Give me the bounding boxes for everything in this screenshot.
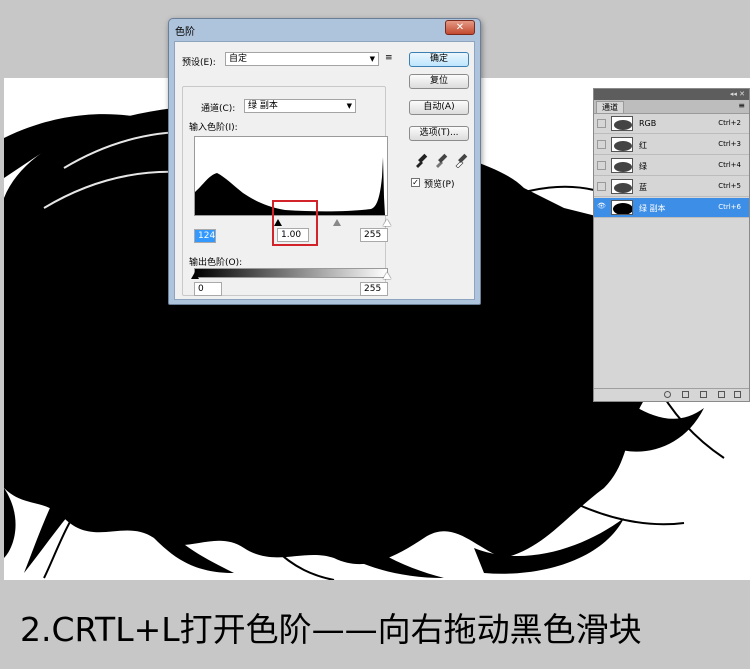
visibility-toggle[interactable] — [597, 161, 606, 170]
output-white-slider-handle[interactable] — [383, 272, 391, 279]
channel-shortcut: Ctrl+2 — [718, 119, 741, 127]
channel-thumbnail — [611, 158, 633, 173]
chevron-down-icon: ▼ — [346, 102, 352, 110]
output-black-field[interactable]: 0 — [194, 282, 222, 296]
eyedroppers — [416, 153, 468, 168]
panel-collapse-close-icon[interactable]: ◂◂ ✕ — [730, 89, 745, 99]
output-black-slider-handle[interactable] — [191, 272, 199, 279]
input-white-field[interactable]: 255 — [360, 228, 388, 242]
channel-row-red[interactable]: 红 Ctrl+3 — [594, 135, 749, 155]
output-slider[interactable] — [191, 272, 391, 280]
channel-shortcut: Ctrl+4 — [718, 161, 741, 169]
output-levels-label: 输出色阶(O): — [189, 258, 243, 268]
channel-row-rgb[interactable]: RGB Ctrl+2 — [594, 114, 749, 134]
preset-value: 自定 — [229, 54, 248, 64]
highlight-annotation — [272, 200, 318, 246]
channel-thumbnail — [611, 179, 633, 194]
preview-checkbox[interactable]: ✓ — [411, 178, 420, 187]
preset-menu-icon[interactable]: ≡ — [385, 53, 393, 63]
close-icon: ✕ — [455, 22, 465, 33]
caption-text: 2.CRTL+L打开色阶——向右拖动黑色滑块 — [20, 610, 642, 649]
preset-select[interactable]: 自定 ▼ — [225, 52, 379, 66]
visibility-toggle[interactable] — [597, 140, 606, 149]
eye-icon[interactable]: 👁 — [597, 203, 606, 212]
channel-name: RGB — [639, 119, 657, 128]
channel-row-green[interactable]: 绿 Ctrl+4 — [594, 156, 749, 176]
channels-panel: ◂◂ ✕ 通道 ≡ RGB Ctrl+2 红 Ctrl+3 绿 Ctrl+4 蓝… — [593, 88, 750, 402]
channel-shortcut: Ctrl+6 — [718, 203, 741, 211]
visibility-toggle[interactable] — [597, 119, 606, 128]
channel-name: 绿 副本 — [639, 204, 666, 213]
chevron-down-icon: ▼ — [369, 55, 375, 63]
close-button[interactable]: ✕ — [445, 20, 475, 35]
dialog-title: 色阶 — [175, 27, 195, 38]
ok-button[interactable]: 确定 — [409, 52, 469, 67]
panel-tabs: 通道 ≡ — [594, 100, 749, 114]
options-button[interactable]: 选项(T)... — [409, 126, 469, 141]
trash-icon[interactable] — [734, 391, 741, 398]
levels-dialog: 色阶 ✕ 预设(E): 自定 ▼ ≡ 通道(C): 绿 副本 ▼ 输入色阶(I)… — [168, 18, 481, 305]
channel-thumbnail — [611, 200, 633, 215]
channel-thumbnail — [611, 116, 633, 131]
preset-label: 预设(E): — [182, 58, 216, 68]
panel-titlebar[interactable]: ◂◂ ✕ — [594, 89, 749, 100]
output-white-field[interactable]: 255 — [360, 282, 388, 296]
white-eyedropper-icon[interactable] — [455, 153, 468, 168]
channel-label: 通道(C): — [201, 104, 236, 114]
channel-thumbnail — [611, 137, 633, 152]
input-white-slider-handle[interactable] — [383, 219, 391, 226]
channel-shortcut: Ctrl+5 — [718, 182, 741, 190]
channel-row-green-copy[interactable]: 👁 绿 副本 Ctrl+6 — [594, 198, 749, 218]
channel-value: 绿 副本 — [248, 101, 278, 111]
channel-select[interactable]: 绿 副本 ▼ — [244, 99, 356, 113]
panel-menu-icon[interactable]: ≡ — [738, 100, 745, 112]
load-selection-icon[interactable] — [664, 391, 671, 398]
channel-name: 红 — [639, 141, 647, 150]
input-black-field[interactable]: 124 — [194, 229, 216, 243]
preview-label: 预览(P) — [424, 180, 455, 190]
channel-name: 绿 — [639, 162, 647, 171]
tab-channels[interactable]: 通道 — [596, 101, 624, 113]
channel-shortcut: Ctrl+3 — [718, 140, 741, 148]
channel-row-blue[interactable]: 蓝 Ctrl+5 — [594, 177, 749, 197]
black-eyedropper-icon[interactable] — [416, 153, 428, 168]
reset-button[interactable]: 复位 — [409, 74, 469, 89]
input-levels-label: 输入色阶(I): — [189, 123, 238, 133]
visibility-toggle[interactable] — [597, 182, 606, 191]
new-layer-icon[interactable] — [718, 391, 725, 398]
save-selection-icon[interactable] — [682, 391, 689, 398]
dialog-titlebar[interactable]: 色阶 ✕ — [169, 19, 480, 41]
dialog-body: 预设(E): 自定 ▼ ≡ 通道(C): 绿 副本 ▼ 输入色阶(I): 124… — [174, 41, 475, 300]
panel-footer — [594, 388, 749, 401]
channel-name: 蓝 — [639, 183, 647, 192]
new-channel-icon[interactable] — [700, 391, 707, 398]
auto-button[interactable]: 自动(A) — [409, 100, 469, 115]
gray-eyedropper-icon[interactable] — [436, 153, 448, 168]
input-gamma-slider-handle[interactable] — [333, 219, 341, 226]
